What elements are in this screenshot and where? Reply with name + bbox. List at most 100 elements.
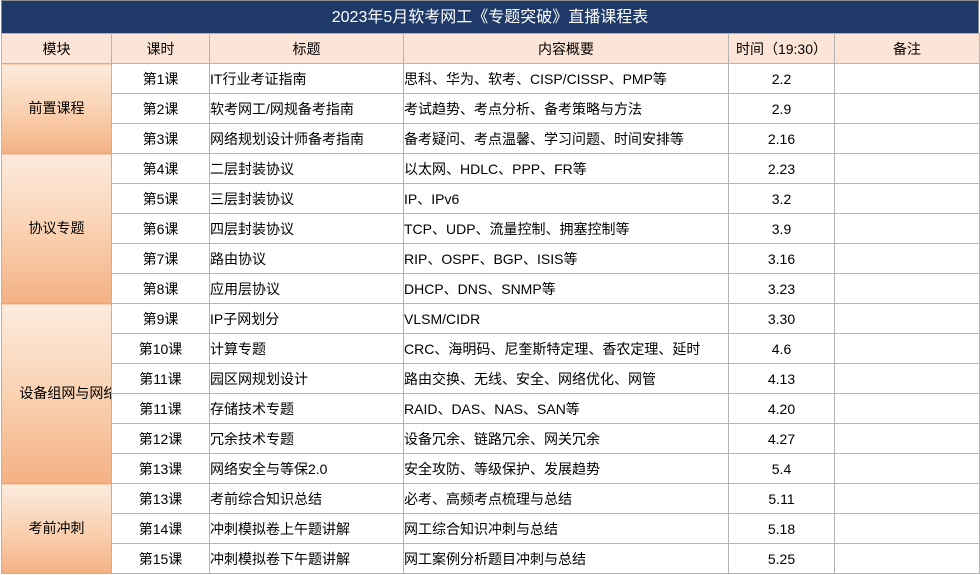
topic-cell: 应用层协议: [209, 273, 404, 304]
lesson-cell: 第2课: [111, 93, 210, 124]
time-cell: 5.11: [728, 483, 835, 514]
summary-cell: 网工案例分析题目冲刺与总结: [403, 543, 729, 574]
summary-cell: CRC、海明码、尼奎斯特定理、香农定理、延时: [403, 333, 729, 364]
topic-cell: 网络规划设计师备考指南: [209, 123, 404, 154]
lesson-cell: 第9课: [111, 303, 210, 334]
topic-cell: 二层封装协议: [209, 153, 404, 184]
header-note: 备注: [834, 33, 980, 64]
table-row: 前置课程 第1课 IT行业考证指南 思科、华为、软考、CISP/CISSP、PM…: [1, 63, 980, 154]
summary-cell: 安全攻防、等级保护、发展趋势: [403, 453, 729, 484]
topic-cell: 冲刺模拟卷下午题讲解: [209, 543, 404, 574]
note-cell: [834, 393, 980, 424]
topic-cell: IP子网划分: [209, 303, 404, 334]
module-cell: 协议专题: [1, 153, 112, 304]
topic-cell: 网络安全与等保2.0: [209, 453, 404, 484]
note-cell: [834, 153, 980, 184]
lesson-cell: 第13课: [111, 453, 210, 484]
note-cell: [834, 543, 980, 574]
lesson-cell: 第8课: [111, 273, 210, 304]
note-cell: [834, 513, 980, 544]
header-lesson: 课时: [111, 33, 210, 64]
table-row: 考前冲刺 第13课 考前综合知识总结 必考、高频考点梳理与总结 5.11: [1, 483, 980, 574]
module-label: 协议专题: [28, 220, 85, 236]
table-row: 第8课 应用层协议 DHCP、DNS、SNMP等 3.23: [2, 273, 980, 304]
summary-cell: 考试趋势、考点分析、备考策略与方法: [403, 93, 729, 124]
lesson-cell: 第11课: [111, 363, 210, 394]
time-cell: 3.23: [728, 273, 835, 304]
header-row: 模块 课时 标题 内容概要 时间（19:30） 备注: [1, 33, 980, 64]
table-row: 第7课 路由协议 RIP、OSPF、BGP、ISIS等 3.16: [2, 243, 980, 274]
time-cell: 3.30: [728, 303, 835, 334]
time-cell: 5.4: [728, 453, 835, 484]
time-cell: 4.6: [728, 333, 835, 364]
summary-cell: 网工综合知识冲刺与总结: [403, 513, 729, 544]
lesson-cell: 第11课: [111, 393, 210, 424]
lesson-cell: 第15课: [111, 543, 210, 574]
summary-cell: DHCP、DNS、SNMP等: [403, 273, 729, 304]
module-label: 设备组网与网络规划: [19, 385, 110, 401]
header-module: 模块: [1, 33, 112, 64]
table-row: 第11课 存储技术专题 RAID、DAS、NAS、SAN等 4.20: [2, 393, 980, 424]
table-row: 第2课 软考网工/网规备考指南 考试趋势、考点分析、备考策略与方法 2.9: [2, 93, 980, 124]
note-cell: [834, 63, 980, 94]
time-cell: 5.25: [728, 543, 835, 574]
module-label: 考前冲刺: [28, 520, 85, 536]
table-row: 第14课 冲刺模拟卷上午题讲解 网工综合知识冲刺与总结 5.18: [2, 513, 980, 544]
note-cell: [834, 333, 980, 364]
lesson-cell: 第4课: [111, 153, 210, 184]
module-label: 前置课程: [28, 100, 85, 116]
summary-cell: 备考疑问、考点温馨、学习问题、时间安排等: [403, 123, 729, 154]
module-cell: 前置课程: [1, 63, 112, 154]
schedule-sheet: 2023年5月软考网工《专题突破》直播课程表 模块 课时 标题 内容概要 时间（…: [1, 0, 980, 574]
summary-cell: 设备冗余、链路冗余、网关冗余: [403, 423, 729, 454]
summary-cell: RIP、OSPF、BGP、ISIS等: [403, 243, 729, 274]
topic-cell: 存储技术专题: [209, 393, 404, 424]
note-cell: [834, 273, 980, 304]
table-row: 第6课 四层封装协议 TCP、UDP、流量控制、拥塞控制等 3.9: [2, 213, 980, 244]
topic-cell: 软考网工/网规备考指南: [209, 93, 404, 124]
note-cell: [834, 183, 980, 214]
schedule-table: 模块 课时 标题 内容概要 时间（19:30） 备注 前置课程 第1课 IT行业…: [1, 33, 980, 574]
time-cell: 3.9: [728, 213, 835, 244]
summary-cell: 以太网、HDLC、PPP、FR等: [403, 153, 729, 184]
lesson-cell: 第10课: [111, 333, 210, 364]
note-cell: [834, 213, 980, 244]
time-cell: 2.16: [728, 123, 835, 154]
table-row: 第15课 冲刺模拟卷下午题讲解 网工案例分析题目冲刺与总结 5.25: [2, 543, 980, 574]
summary-cell: 必考、高频考点梳理与总结: [403, 483, 729, 514]
table-row: 第12课 冗余技术专题 设备冗余、链路冗余、网关冗余 4.27: [2, 423, 980, 454]
time-cell: 4.27: [728, 423, 835, 454]
table-row: 设备组网与网络规划 第9课 IP子网划分 VLSM/CIDR 3.30: [1, 303, 980, 484]
header-summary: 内容概要: [403, 33, 729, 64]
topic-cell: 考前综合知识总结: [209, 483, 404, 514]
note-cell: [834, 363, 980, 394]
summary-cell: RAID、DAS、NAS、SAN等: [403, 393, 729, 424]
module-cell: 考前冲刺: [1, 483, 112, 574]
time-cell: 4.13: [728, 363, 835, 394]
lesson-cell: 第5课: [111, 183, 210, 214]
summary-cell: 路由交换、无线、安全、网络优化、网管: [403, 363, 729, 394]
topic-cell: 园区网规划设计: [209, 363, 404, 394]
topic-cell: 冗余技术专题: [209, 423, 404, 454]
table-row: 第10课 计算专题 CRC、海明码、尼奎斯特定理、香农定理、延时 4.6: [2, 333, 980, 364]
table-row: 第11课 园区网规划设计 路由交换、无线、安全、网络优化、网管 4.13: [2, 363, 980, 394]
time-cell: 3.16: [728, 243, 835, 274]
note-cell: [834, 483, 980, 514]
table-row: 第5课 三层封装协议 IP、IPv6 3.2: [2, 183, 980, 214]
topic-cell: 计算专题: [209, 333, 404, 364]
lesson-cell: 第7课: [111, 243, 210, 274]
table-row: 第3课 网络规划设计师备考指南 备考疑问、考点温馨、学习问题、时间安排等 2.1…: [2, 123, 980, 154]
topic-cell: IT行业考证指南: [209, 63, 404, 94]
time-cell: 4.20: [728, 393, 835, 424]
lesson-cell: 第3课: [111, 123, 210, 154]
topic-cell: 路由协议: [209, 243, 404, 274]
table-row: 第13课 网络安全与等保2.0 安全攻防、等级保护、发展趋势 5.4: [2, 453, 980, 484]
topic-cell: 冲刺模拟卷上午题讲解: [209, 513, 404, 544]
time-cell: 3.2: [728, 183, 835, 214]
lesson-cell: 第6课: [111, 213, 210, 244]
note-cell: [834, 303, 980, 334]
summary-cell: IP、IPv6: [403, 183, 729, 214]
topic-cell: 三层封装协议: [209, 183, 404, 214]
note-cell: [834, 453, 980, 484]
lesson-cell: 第14课: [111, 513, 210, 544]
